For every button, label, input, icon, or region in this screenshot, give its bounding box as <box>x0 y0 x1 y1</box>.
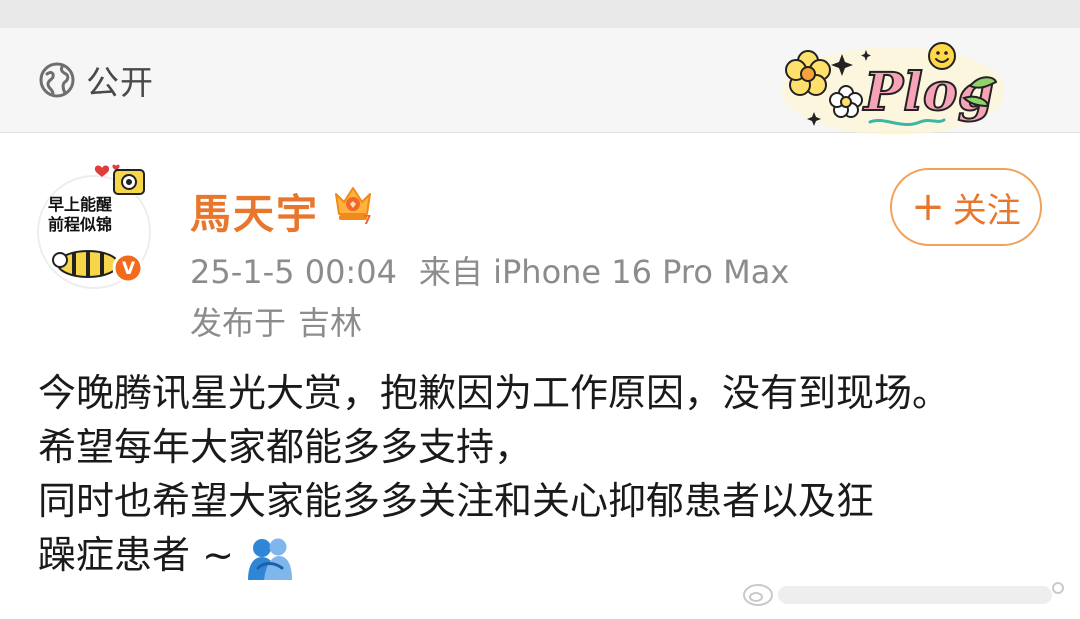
author-name[interactable]: 馬天宇 <box>190 180 319 240</box>
post-location: 发布于 吉林 <box>190 298 362 344</box>
post-line-last: 躁症患者 ~ <box>38 528 1058 582</box>
author-avatar[interactable]: 早上能醒 前程似锦 V <box>34 160 158 290</box>
visibility-label: 公开 <box>86 63 154 102</box>
hug-emoji <box>247 538 292 580</box>
post-source: 来自 iPhone 16 Pro Max <box>418 253 790 291</box>
post-line-text: 躁症患者 ~ <box>38 533 234 577</box>
weibo-watermark <box>743 582 1064 606</box>
follow-button[interactable]: + 关注 <box>890 168 1042 246</box>
post-line: 同时也希望大家能多多关注和关心抑郁患者以及狂 <box>38 479 875 523</box>
post-timestamp: 25-1-5 00:04 <box>190 253 397 291</box>
post-line: 今晚腾讯星光大赏，抱歉因为工作原因，没有到现场。 <box>38 371 951 415</box>
location-prefix: 发布于 <box>190 304 287 342</box>
post-meta: 25-1-5 00:04 来自 iPhone 16 Pro Max <box>190 247 789 293</box>
plus-icon: + <box>911 184 945 230</box>
vip-level: 7 <box>363 213 371 226</box>
verified-badge-icon: V <box>122 259 136 279</box>
avatar-caption-line2: 前程似锦 <box>48 215 112 234</box>
post-body: 今晚腾讯星光大赏，抱歉因为工作原因，没有到现场。 希望每年大家都能多多支持， 同… <box>38 366 1058 582</box>
visibility-indicator: 公开 <box>38 56 154 104</box>
follow-label: 关注 <box>952 190 1021 231</box>
plog-text: Plog <box>862 62 994 123</box>
crown-icon[interactable]: 7 <box>330 180 376 226</box>
location-name[interactable]: 吉林 <box>298 304 362 342</box>
globe-icon <box>39 62 75 98</box>
top-strip <box>0 0 1080 28</box>
plog-sticker: Plog <box>782 42 1004 135</box>
post-line: 希望每年大家都能多多支持， <box>38 425 533 469</box>
avatar-caption-line1: 早上能醒 <box>48 195 112 214</box>
